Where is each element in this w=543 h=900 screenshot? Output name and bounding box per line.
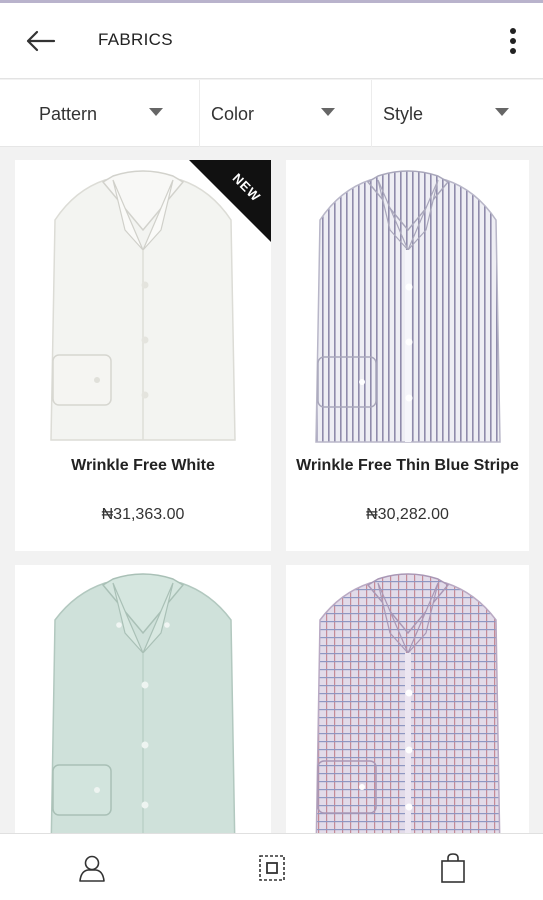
badge-triangle-icon (189, 160, 271, 242)
overflow-menu-button[interactable] (498, 23, 528, 59)
product-name: Wrinkle Free Thin Blue Stripe (296, 457, 519, 474)
filter-label: Style (383, 104, 424, 124)
nav-profile-button[interactable] (74, 850, 110, 886)
filter-label: Pattern (39, 104, 98, 124)
dropdown-caret-icon (149, 108, 163, 116)
product-card[interactable] (286, 565, 529, 835)
product-price: ₦30,282.00 (366, 506, 449, 523)
product-card[interactable]: Wrinkle Free Thin Blue Stripe ₦30,282.00 (286, 160, 529, 551)
filter-bar: Pattern Color Style (0, 80, 543, 147)
fabric-select-icon (259, 855, 285, 881)
arrow-left-icon (26, 30, 56, 52)
filter-pattern-dropdown[interactable]: Pattern (0, 80, 200, 147)
new-badge: NEW (189, 160, 271, 242)
nav-fabrics-button[interactable] (254, 850, 290, 886)
app-bar: FABRICS (0, 3, 543, 79)
product-card[interactable] (15, 565, 271, 835)
dropdown-caret-icon (495, 108, 509, 116)
page-title: FABRICS (98, 30, 173, 49)
product-price: ₦31,363.00 (101, 506, 185, 523)
user-icon (79, 855, 105, 882)
nav-cart-button[interactable] (435, 850, 471, 886)
product-card[interactable]: NEW Wrinkle Free White ₦31,363.00 (15, 160, 271, 551)
more-vertical-icon (510, 28, 516, 54)
product-name: Wrinkle Free White (71, 457, 215, 474)
back-button[interactable] (22, 25, 58, 57)
shirt-image (50, 573, 236, 835)
filter-label: Color (211, 104, 255, 124)
bottom-navigation (0, 833, 543, 900)
filter-color-dropdown[interactable]: Color (200, 80, 372, 147)
filter-style-dropdown[interactable]: Style (372, 80, 543, 147)
dropdown-caret-icon (321, 108, 335, 116)
shirt-image (315, 573, 501, 835)
shirt-image (315, 170, 501, 443)
shopping-bag-icon (441, 853, 465, 883)
